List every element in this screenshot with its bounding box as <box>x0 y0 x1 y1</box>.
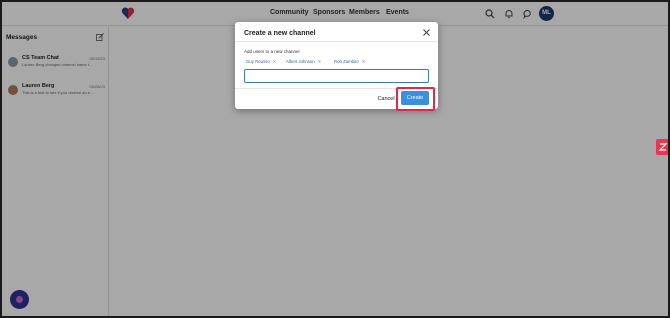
divider <box>235 41 438 42</box>
user-chip-label: Albert Johnson <box>286 59 315 64</box>
feedback-tab[interactable] <box>656 139 668 155</box>
user-chip-label: Guy Rousso <box>246 59 270 64</box>
user-chip-label: Rob Zambito <box>334 59 359 64</box>
modal-title: Create a new channel <box>244 30 316 37</box>
user-chip: Rob Zambito ✕ <box>334 58 365 66</box>
remove-user-icon[interactable]: ✕ <box>318 59 322 64</box>
add-users-input[interactable] <box>244 69 429 83</box>
app-frame: Community Sponsors Members Events ML Mes… <box>2 2 668 316</box>
user-chip: Albert Johnson ✕ <box>286 58 321 66</box>
close-icon[interactable] <box>422 28 431 37</box>
user-chip: Guy Rousso ✕ <box>246 58 276 66</box>
add-users-label: Add users to a new channel <box>244 49 300 54</box>
remove-user-icon[interactable]: ✕ <box>273 59 277 64</box>
remove-user-icon[interactable]: ✕ <box>362 59 366 64</box>
feedback-icon <box>658 143 668 151</box>
create-channel-modal: Create a new channel Add users to a new … <box>235 22 438 111</box>
create-button[interactable]: Create <box>401 91 429 105</box>
cancel-button[interactable]: Cancel <box>374 93 398 105</box>
